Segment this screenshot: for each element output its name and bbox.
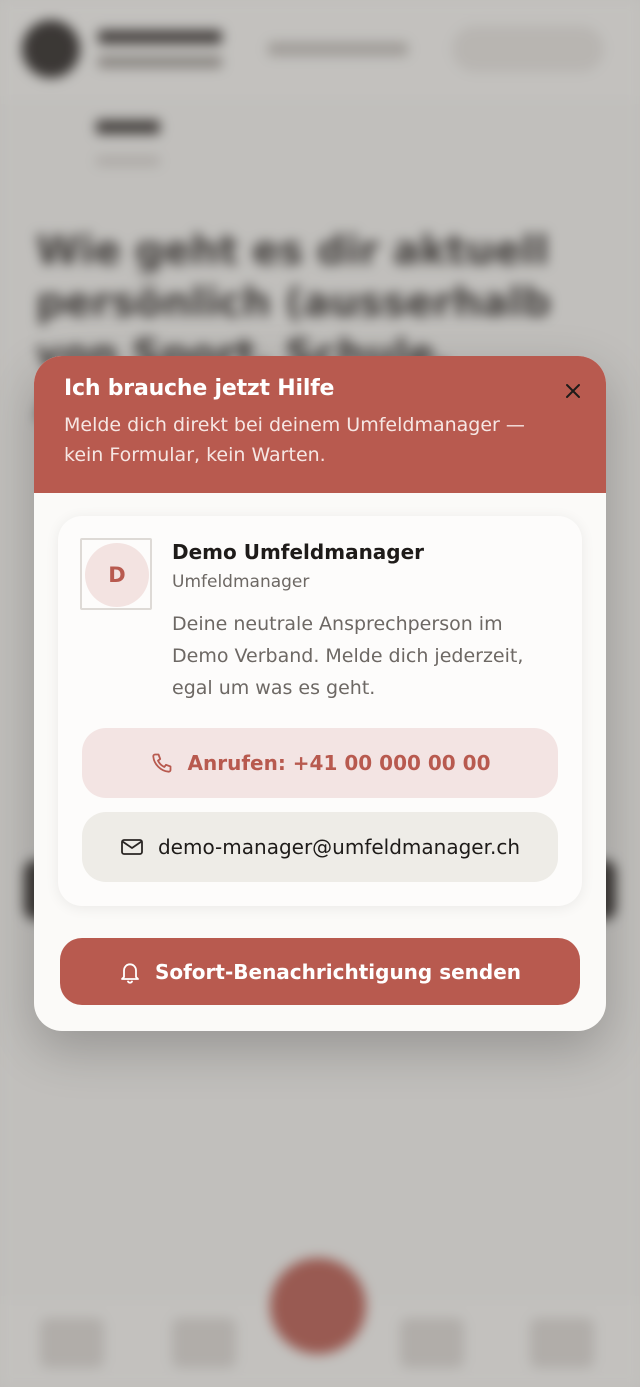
modal-subtitle: Melde dich direkt bei deinem Umfeldmanag… bbox=[64, 414, 525, 466]
call-button[interactable]: Anrufen: +41 00 000 00 00 bbox=[82, 728, 558, 798]
bell-icon bbox=[121, 962, 139, 984]
contact-description: Deine neutrale Ansprechperson im Demo Ve… bbox=[172, 613, 524, 699]
modal-header: Ich brauche jetzt Hilfe Melde dich direk… bbox=[34, 356, 606, 493]
notify-button-label: Sofort-Benachrichtigung senden bbox=[154, 959, 522, 984]
contact-name: Demo Umfeldmanager bbox=[172, 540, 425, 564]
help-modal: Ich brauche jetzt Hilfe Melde dich direk… bbox=[34, 356, 606, 1031]
contact-card: D Demo Umfeldmanager Umfeldmanager Deine… bbox=[58, 516, 582, 906]
modal-title: Ich brauche jetzt Hilfe bbox=[64, 376, 335, 401]
contact-role: Umfeldmanager bbox=[172, 572, 310, 592]
email-button[interactable]: demo-manager@umfeldmanager.ch bbox=[82, 812, 558, 882]
phone-icon bbox=[151, 753, 171, 773]
avatar-initial: D bbox=[108, 563, 126, 587]
notify-button[interactable]: Sofort-Benachrichtigung senden bbox=[60, 938, 580, 1005]
email-button-label: demo-manager@umfeldmanager.ch bbox=[157, 835, 521, 859]
call-button-label: Anrufen: +41 00 000 00 00 bbox=[187, 751, 491, 775]
close-button[interactable] bbox=[556, 374, 590, 408]
mail-icon bbox=[121, 839, 143, 855]
close-icon bbox=[566, 384, 580, 398]
avatar-frame: D bbox=[80, 538, 152, 610]
avatar: D bbox=[85, 543, 149, 607]
